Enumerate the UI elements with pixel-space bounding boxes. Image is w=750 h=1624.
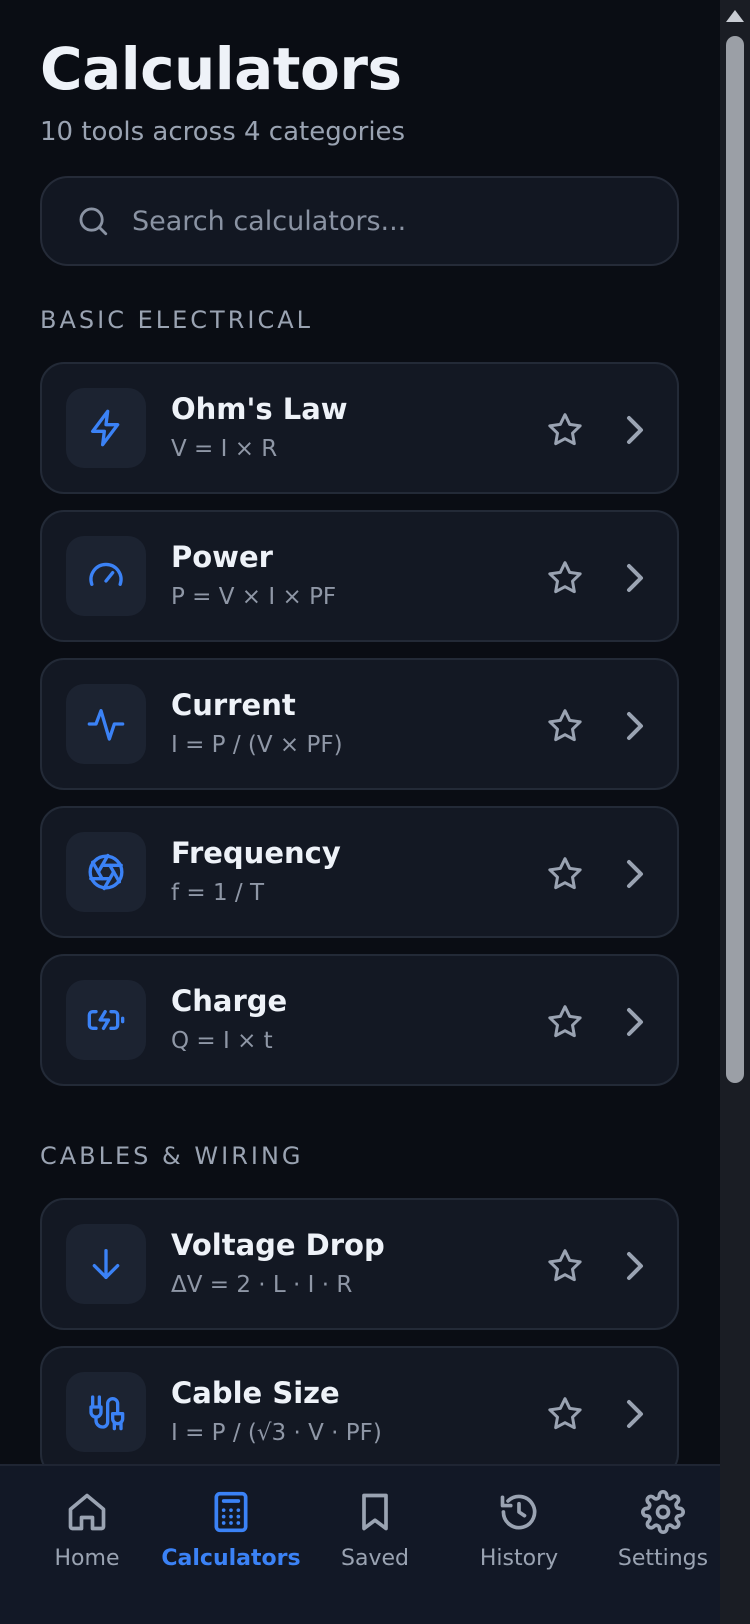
tab-label: Home — [54, 1546, 120, 1571]
chevron-right-icon — [627, 712, 643, 740]
calculator-formula: f = 1 / T — [171, 880, 265, 906]
tab-home[interactable]: Home — [15, 1466, 159, 1624]
chevron-right-icon — [627, 1252, 643, 1280]
cable-plug-icon — [89, 1395, 125, 1431]
scroll-thumb[interactable] — [726, 36, 744, 1083]
history-icon — [500, 1494, 537, 1530]
calculator-name: Current — [171, 688, 296, 722]
activity-icon — [87, 709, 125, 741]
calculator-card-ohms-law[interactable]: Ohm's Law V = I × R — [40, 362, 679, 494]
search-icon — [79, 207, 108, 236]
card-icon-tile — [66, 1372, 146, 1452]
star-icon[interactable] — [545, 558, 585, 598]
lightning-bolt-icon — [91, 409, 120, 447]
star-icon[interactable] — [545, 1246, 585, 1286]
chevron-right-icon — [627, 564, 643, 592]
page-subtitle: 10 tools across 4 categories — [40, 117, 406, 147]
calculator-name: Charge — [171, 984, 288, 1018]
section-label-basic-electrical: BASIC ELECTRICAL — [40, 306, 313, 334]
aperture-icon — [88, 853, 124, 891]
calculator-name: Cable Size — [171, 1376, 340, 1410]
star-icon[interactable] — [545, 1394, 585, 1434]
calculator-card-frequency[interactable]: Frequency f = 1 / T — [40, 806, 679, 938]
battery-charging-icon — [87, 1010, 125, 1030]
calculator-card-current[interactable]: Current I = P / (V × PF) — [40, 658, 679, 790]
tab-history[interactable]: History — [447, 1466, 591, 1624]
search-bar[interactable] — [40, 176, 679, 266]
calculator-name: Ohm's Law — [171, 392, 348, 426]
card-icon-tile — [66, 388, 146, 468]
calculator-formula: V = I × R — [171, 436, 278, 462]
star-icon[interactable] — [545, 854, 585, 894]
calculators-screen: Calculators 10 tools across 4 categories… — [0, 0, 720, 1624]
header: Calculators 10 tools across 4 categories — [40, 34, 405, 148]
gear-icon — [641, 1490, 685, 1534]
scrollbar[interactable] — [720, 0, 750, 1624]
calculator-name: Power — [171, 540, 273, 574]
tab-label: Settings — [617, 1546, 709, 1571]
star-icon[interactable] — [545, 410, 585, 450]
calculator-card-charge[interactable]: Charge Q = I × t — [40, 954, 679, 1086]
chevron-right-icon — [627, 416, 643, 444]
calculator-card-power[interactable]: Power P = V × I × PF — [40, 510, 679, 642]
tab-settings[interactable]: Settings — [591, 1466, 720, 1624]
tab-saved[interactable]: Saved — [303, 1466, 447, 1624]
chevron-right-icon — [627, 1400, 643, 1428]
calculator-formula: P = V × I × PF — [171, 584, 337, 610]
calculator-formula: Q = I × t — [171, 1028, 273, 1054]
calculator-card-cable-size[interactable]: Cable Size I = P / (√3 · V · PF) — [40, 1346, 679, 1478]
star-icon[interactable] — [545, 706, 585, 746]
search-input[interactable] — [132, 205, 612, 237]
chevron-right-icon — [627, 1008, 643, 1036]
tab-label: History — [479, 1546, 559, 1571]
tab-calculators[interactable]: Calculators — [159, 1466, 303, 1624]
calculator-formula: I = P / (V × PF) — [171, 732, 343, 758]
card-icon-tile — [66, 832, 146, 912]
star-icon[interactable] — [545, 1002, 585, 1042]
home-icon — [68, 1493, 106, 1531]
section-label-cables-wiring: CABLES & WIRING — [40, 1142, 304, 1170]
gauge-icon — [89, 562, 123, 586]
tab-label: Calculators — [161, 1546, 301, 1571]
page-title: Calculators — [40, 35, 402, 103]
card-icon-tile — [66, 1224, 146, 1304]
calculator-formula: ΔV = 2 · L · I · R — [171, 1272, 353, 1298]
card-icon-tile — [66, 536, 146, 616]
card-icon-tile — [66, 980, 146, 1060]
arrow-down-icon — [92, 1249, 120, 1279]
calculator-formula: I = P / (√3 · V · PF) — [171, 1420, 382, 1446]
chevron-right-icon — [627, 860, 643, 888]
calculator-card-voltage-drop[interactable]: Voltage Drop ΔV = 2 · L · I · R — [40, 1198, 679, 1330]
calculator-name: Frequency — [171, 836, 341, 870]
bookmark-icon — [362, 1493, 388, 1531]
card-icon-tile — [66, 684, 146, 764]
calculator-icon — [214, 1491, 248, 1533]
tab-label: Saved — [341, 1546, 409, 1571]
scroll-up-arrow-icon[interactable] — [726, 10, 744, 22]
calculator-name: Voltage Drop — [171, 1228, 385, 1262]
bottom-tab-bar: Home Calculators Saved History Settings — [0, 1464, 720, 1624]
